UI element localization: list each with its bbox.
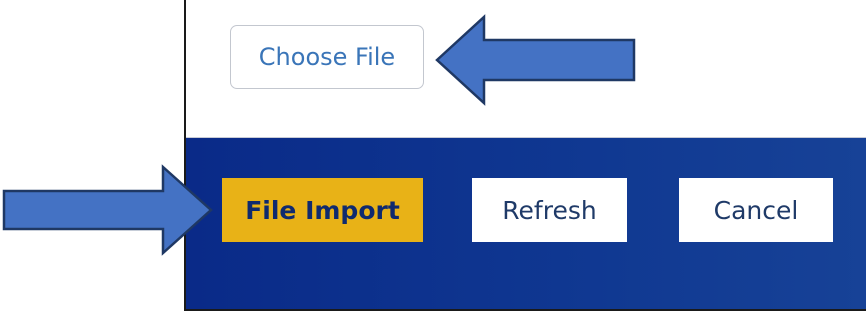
right-arrow-icon xyxy=(2,164,213,256)
file-import-button[interactable]: File Import xyxy=(222,178,423,242)
action-bar: File Import Refresh Cancel xyxy=(186,138,866,309)
refresh-button[interactable]: Refresh xyxy=(472,178,627,242)
left-arrow-icon xyxy=(435,14,636,106)
choose-file-button[interactable]: Choose File xyxy=(230,25,424,89)
cancel-button[interactable]: Cancel xyxy=(679,178,833,242)
screenshot-stage: Choose File File Import Refresh Cancel xyxy=(0,0,866,311)
